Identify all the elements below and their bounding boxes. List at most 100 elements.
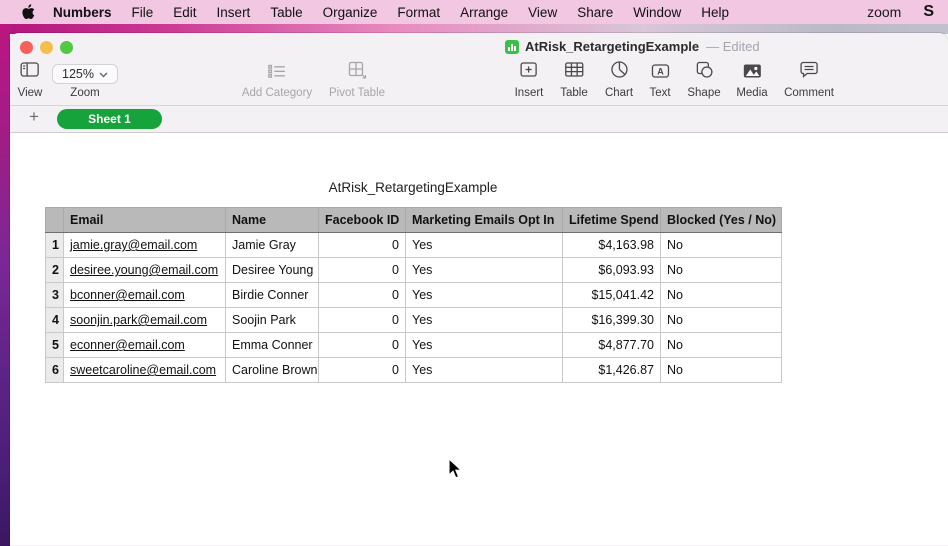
insert-button[interactable]: Insert	[515, 62, 544, 99]
cell-name[interactable]: Emma Conner	[226, 333, 319, 358]
zoom-control[interactable]: 125% Zoom	[52, 62, 118, 99]
cell-facebook_id[interactable]: 0	[319, 333, 406, 358]
row-number[interactable]: 6	[46, 358, 64, 383]
row-number[interactable]: 3	[46, 283, 64, 308]
table-icon	[564, 61, 584, 84]
table-button[interactable]: Table	[560, 62, 588, 99]
menu-item-window[interactable]: Window	[623, 5, 691, 20]
cell-name[interactable]: Desiree Young	[226, 258, 319, 283]
table-title[interactable]: AtRisk_RetargetingExample	[45, 180, 781, 195]
chart-icon	[610, 60, 629, 84]
cell-facebook_id[interactable]: 0	[319, 358, 406, 383]
column-header[interactable]: Marketing Emails Opt In	[406, 208, 563, 233]
menu-item-share[interactable]: Share	[567, 5, 623, 20]
cell-blocked[interactable]: No	[661, 333, 782, 358]
table-row: 1jamie.gray@email.comJamie Gray0Yes$4,16…	[46, 233, 782, 258]
minimize-button[interactable]	[40, 41, 53, 54]
row-number[interactable]: 1	[46, 233, 64, 258]
media-button[interactable]: Media	[736, 62, 767, 99]
column-header[interactable]: Facebook ID	[319, 208, 406, 233]
cell-blocked[interactable]: No	[661, 258, 782, 283]
cell-name[interactable]: Soojin Park	[226, 308, 319, 333]
cell-lifetime_spend[interactable]: $6,093.93	[563, 258, 661, 283]
cell-opt_in[interactable]: Yes	[406, 333, 563, 358]
tab-sheet-1[interactable]: Sheet 1	[57, 109, 162, 129]
desktop-wallpaper-left	[0, 24, 10, 546]
corner-cell[interactable]	[46, 208, 64, 233]
cell-name[interactable]: Caroline Brown	[226, 358, 319, 383]
cell-facebook_id[interactable]: 0	[319, 233, 406, 258]
table-row: 5econner@email.comEmma Conner0Yes$4,877.…	[46, 333, 782, 358]
cell-opt_in[interactable]: Yes	[406, 233, 563, 258]
cell-blocked[interactable]: No	[661, 283, 782, 308]
row-number[interactable]: 5	[46, 333, 64, 358]
cell-email[interactable]: desiree.young@email.com	[64, 258, 226, 283]
data-table: EmailNameFacebook IDMarketing Emails Opt…	[45, 207, 782, 383]
table-row: 3bconner@email.comBirdie Conner0Yes$15,0…	[46, 283, 782, 308]
menu-item-format[interactable]: Format	[387, 5, 450, 20]
cell-facebook_id[interactable]: 0	[319, 258, 406, 283]
column-header[interactable]: Lifetime Spend	[563, 208, 661, 233]
zoom-window-button[interactable]	[60, 41, 73, 54]
column-header[interactable]: Email	[64, 208, 226, 233]
row-number[interactable]: 4	[46, 308, 64, 333]
cell-lifetime_spend[interactable]: $15,041.42	[563, 283, 661, 308]
menu-item-view[interactable]: View	[518, 5, 567, 20]
cell-lifetime_spend[interactable]: $4,163.98	[563, 233, 661, 258]
table-row: 6sweetcaroline@email.comCaroline Brown0Y…	[46, 358, 782, 383]
text-button[interactable]: A Text	[649, 62, 670, 99]
cell-blocked[interactable]: No	[661, 233, 782, 258]
window-title: AtRisk_RetargetingExample — Edited	[505, 39, 760, 54]
cell-lifetime_spend[interactable]: $16,399.30	[563, 308, 661, 333]
add-category-button[interactable]: Add Category	[242, 62, 312, 99]
menu-item-table[interactable]: Table	[260, 5, 312, 20]
svg-text:A: A	[657, 67, 664, 77]
cell-email[interactable]: econner@email.com	[64, 333, 226, 358]
titlebar: AtRisk_RetargetingExample — Edited	[10, 33, 948, 62]
media-icon	[742, 63, 762, 84]
menu-item-insert[interactable]: Insert	[207, 5, 261, 20]
cell-email[interactable]: bconner@email.com	[64, 283, 226, 308]
row-number[interactable]: 2	[46, 258, 64, 283]
cell-facebook_id[interactable]: 0	[319, 283, 406, 308]
cell-blocked[interactable]: No	[661, 308, 782, 333]
cell-facebook_id[interactable]: 0	[319, 308, 406, 333]
cell-name[interactable]: Jamie Gray	[226, 233, 319, 258]
menu-item-numbers[interactable]: Numbers	[39, 5, 122, 20]
menu-item-edit[interactable]: Edit	[163, 5, 206, 20]
chart-button[interactable]: Chart	[605, 62, 633, 99]
view-button[interactable]: View	[18, 62, 43, 99]
shape-button[interactable]: Shape	[687, 62, 720, 99]
edited-badge: — Edited	[706, 39, 759, 54]
cell-email[interactable]: jamie.gray@email.com	[64, 233, 226, 258]
cell-email[interactable]: soonjin.park@email.com	[64, 308, 226, 333]
table-header-row: EmailNameFacebook IDMarketing Emails Opt…	[46, 208, 782, 233]
zoom-dropdown[interactable]: 125%	[52, 64, 118, 84]
add-sheet-button[interactable]: +	[22, 107, 46, 127]
menu-item-arrange[interactable]: Arrange	[450, 5, 518, 20]
cell-lifetime_spend[interactable]: $1,426.87	[563, 358, 661, 383]
cell-opt_in[interactable]: Yes	[406, 358, 563, 383]
comment-button[interactable]: Comment	[784, 62, 834, 99]
cell-opt_in[interactable]: Yes	[406, 283, 563, 308]
column-header[interactable]: Name	[226, 208, 319, 233]
menu-item-organize[interactable]: Organize	[313, 5, 388, 20]
column-header[interactable]: Blocked (Yes / No)	[661, 208, 782, 233]
cell-opt_in[interactable]: Yes	[406, 258, 563, 283]
menubar-s-icon[interactable]: S	[923, 3, 934, 21]
pivot-table-button[interactable]: Pivot Table	[329, 62, 385, 99]
close-button[interactable]	[20, 41, 33, 54]
cell-opt_in[interactable]: Yes	[406, 308, 563, 333]
cell-blocked[interactable]: No	[661, 358, 782, 383]
table-row: 4soonjin.park@email.comSoojin Park0Yes$1…	[46, 308, 782, 333]
menu-item-help[interactable]: Help	[691, 5, 739, 20]
numbers-window: AtRisk_RetargetingExample — Edited View …	[10, 33, 948, 546]
menubar-zoom-item[interactable]: zoom	[867, 4, 901, 20]
view-panel-icon	[20, 61, 40, 84]
cell-email[interactable]: sweetcaroline@email.com	[64, 358, 226, 383]
sheet-canvas[interactable]: AtRisk_RetargetingExample EmailNameFaceb…	[10, 133, 948, 545]
cell-lifetime_spend[interactable]: $4,877.70	[563, 333, 661, 358]
apple-icon[interactable]	[20, 4, 35, 20]
cell-name[interactable]: Birdie Conner	[226, 283, 319, 308]
menu-item-file[interactable]: File	[122, 5, 164, 20]
